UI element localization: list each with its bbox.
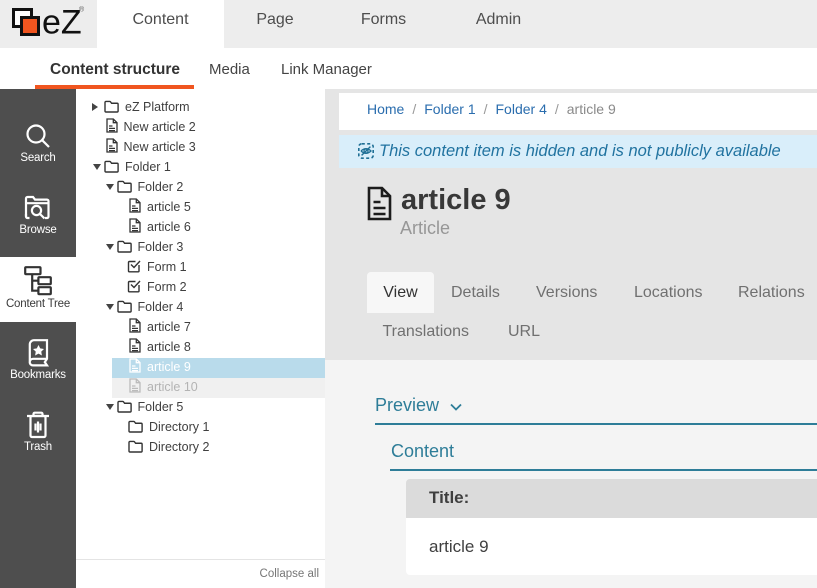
svg-text:®: ® — [79, 6, 85, 14]
svg-text:eZ: eZ — [42, 6, 82, 42]
